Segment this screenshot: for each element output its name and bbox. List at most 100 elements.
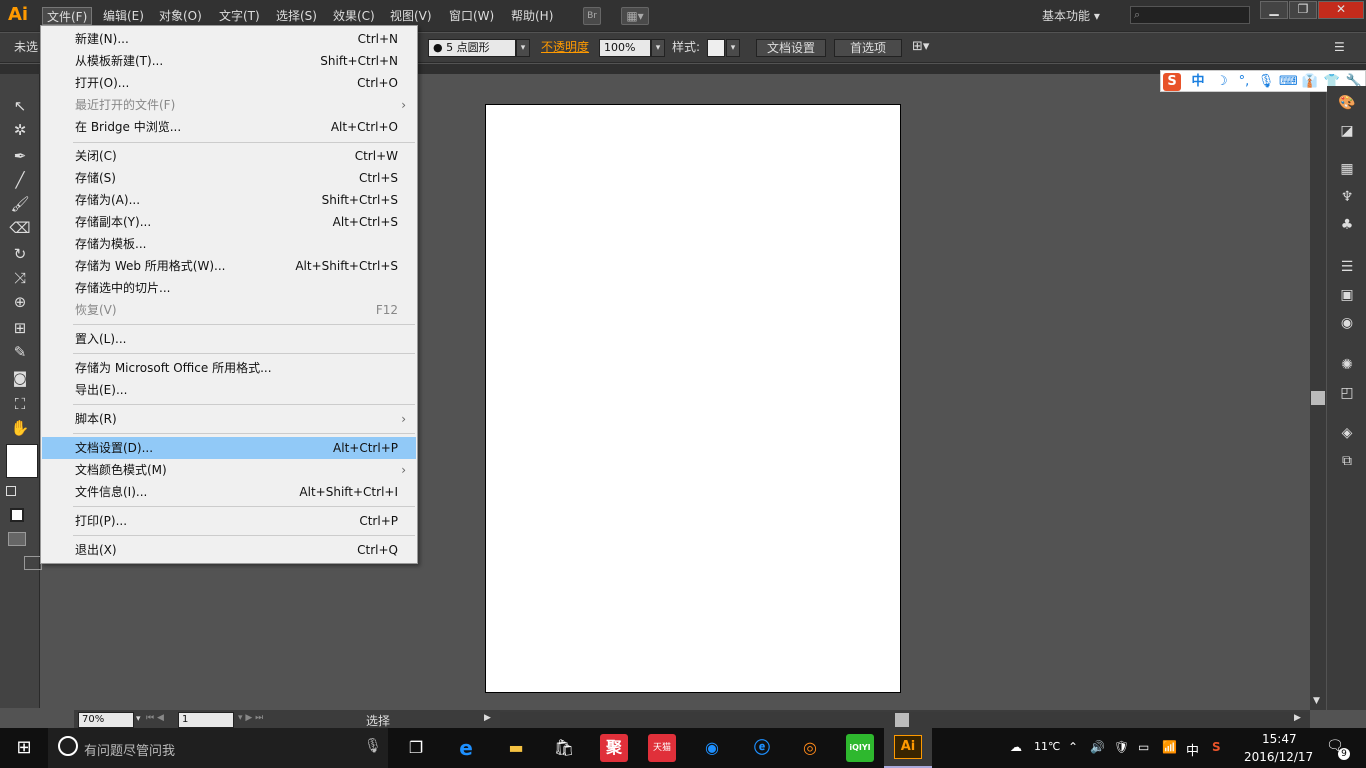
menu-window[interactable]: 窗口(W): [445, 7, 498, 25]
artboard-number-input[interactable]: 1: [178, 712, 234, 728]
status-menu-arrow[interactable]: ▶: [484, 713, 491, 723]
magic-wand-icon[interactable]: ✲: [8, 120, 32, 140]
keyboard-icon[interactable]: ⌨: [1279, 73, 1298, 91]
color-mode-icon[interactable]: [10, 508, 24, 522]
style-swatch[interactable]: [707, 39, 725, 57]
illustrator-taskbar-button[interactable]: Ai: [884, 728, 932, 768]
firefox-icon[interactable]: ◎: [796, 734, 824, 762]
rotate-tool-icon[interactable]: ↻: [8, 244, 32, 264]
skin-icon[interactable]: 👔: [1301, 73, 1319, 91]
file-explorer-icon[interactable]: ▬: [502, 734, 530, 762]
menu-item-document-setup[interactable]: 文档设置(D)... Alt+Ctrl+P: [42, 437, 416, 459]
microphone-icon[interactable]: 🎙: [364, 738, 382, 754]
menu-item-document-color-mode[interactable]: 文档颜色模式(M) ›: [42, 459, 416, 481]
edge-browser-icon[interactable]: e: [452, 734, 480, 762]
menu-item-scripts[interactable]: 脚本(R) ›: [42, 408, 416, 430]
scroll-right-icon[interactable]: ▶: [1294, 713, 1301, 723]
horizontal-scrollbar[interactable]: ▶: [500, 712, 1310, 728]
fill-swatch[interactable]: [6, 444, 38, 478]
tmall-icon[interactable]: 天猫: [648, 734, 676, 762]
arrange-documents-button[interactable]: ▦▾: [621, 7, 649, 25]
menu-item-file-info[interactable]: 文件信息(I)... Alt+Shift+Ctrl+I: [42, 481, 416, 503]
brush-dropdown-arrow[interactable]: ▾: [516, 39, 530, 57]
panel-menu-icon[interactable]: ☰: [1334, 39, 1345, 57]
swatches-icon[interactable]: ▦: [1337, 160, 1357, 178]
ime-mode-label[interactable]: 中: [1189, 73, 1207, 91]
preferences-button[interactable]: 首选项: [834, 39, 902, 57]
menu-help[interactable]: 帮助(H): [507, 7, 557, 25]
security-icon[interactable]: 🛡: [1114, 740, 1129, 754]
stroke-icon[interactable]: ☰: [1337, 258, 1357, 276]
menu-item-save-for-office[interactable]: 存储为 Microsoft Office 所用格式...: [42, 357, 416, 379]
menu-item-save-as-template[interactable]: 存储为模板...: [42, 233, 416, 255]
menu-type[interactable]: 文字(T): [215, 7, 264, 25]
symbol-sprayer-icon[interactable]: ◙: [8, 368, 32, 388]
shape-builder-icon[interactable]: ⊕: [8, 292, 32, 312]
eyedropper-tool-icon[interactable]: ✎: [8, 342, 32, 362]
menu-item-export[interactable]: 导出(E)...: [42, 379, 416, 401]
wifi-icon[interactable]: 📶: [1162, 740, 1177, 754]
microphone-icon[interactable]: 🎙: [1257, 73, 1275, 91]
help-search-input[interactable]: ⌕: [1130, 6, 1250, 24]
bridge-button[interactable]: Br: [583, 7, 601, 25]
selection-tool-icon[interactable]: ↖: [8, 96, 32, 116]
menu-item-save-copy[interactable]: 存储副本(Y)... Alt+Ctrl+S: [42, 211, 416, 233]
menu-item-new-from-template[interactable]: 从模板新建(T)... Shift+Ctrl+N: [42, 50, 416, 72]
brushes-icon[interactable]: ♆: [1337, 188, 1357, 206]
menu-select[interactable]: 选择(S): [272, 7, 321, 25]
menu-object[interactable]: 对象(O): [155, 7, 206, 25]
color-guide-icon[interactable]: ◪: [1337, 122, 1357, 140]
cortana-search-box[interactable]: 有问题尽管问我 🎙: [48, 728, 388, 768]
sogou-tray-icon[interactable]: S: [1212, 740, 1221, 754]
mesh-tool-icon[interactable]: ⊞: [8, 318, 32, 338]
menu-item-revert[interactable]: 恢复(V) F12: [42, 299, 416, 321]
draw-mode-icon[interactable]: [8, 532, 26, 546]
paintbrush-tool-icon[interactable]: 🖌: [8, 194, 32, 214]
zoom-dropdown-icon[interactable]: ▾: [136, 714, 141, 724]
artboards-icon[interactable]: ⧉: [1337, 452, 1357, 470]
punctuation-icon[interactable]: °,: [1235, 73, 1253, 91]
graphic-styles-icon[interactable]: ◰: [1337, 384, 1357, 402]
menu-item-browse-in-bridge[interactable]: 在 Bridge 中浏览... Alt+Ctrl+O: [42, 116, 416, 138]
workspace-switcher[interactable]: 基本功能 ▾: [1042, 7, 1100, 24]
horizontal-scroll-thumb[interactable]: [895, 713, 909, 727]
gradient-icon[interactable]: ▣: [1337, 286, 1357, 304]
weather-icon[interactable]: ☁: [1010, 740, 1022, 754]
clock-time[interactable]: 15:47: [1262, 732, 1297, 746]
layers-icon[interactable]: ◈: [1337, 424, 1357, 442]
zoom-level-input[interactable]: 70%: [78, 712, 134, 728]
appearance-icon[interactable]: ✺: [1337, 356, 1357, 374]
next-artboard-icon[interactable]: ▾ ▶ ⏭: [238, 713, 263, 723]
menu-file[interactable]: 文件(F): [42, 7, 93, 25]
menu-item-save-selected-slices[interactable]: 存储选中的切片...: [42, 277, 416, 299]
menu-item-recent-files[interactable]: 最近打开的文件(F) ›: [42, 94, 416, 116]
menu-view[interactable]: 视图(V): [386, 7, 436, 25]
menu-item-save[interactable]: 存储(S) Ctrl+S: [42, 167, 416, 189]
battery-icon[interactable]: ▭: [1138, 740, 1149, 754]
scroll-down-icon[interactable]: ▼: [1313, 696, 1320, 706]
artboard[interactable]: [485, 104, 901, 693]
browser-q-icon[interactable]: ◉: [698, 734, 726, 762]
opacity-label[interactable]: 不透明度: [541, 39, 589, 57]
menu-item-open[interactable]: 打开(O)... Ctrl+O: [42, 72, 416, 94]
symbols-icon[interactable]: ♣: [1337, 216, 1357, 234]
menu-item-new[interactable]: 新建(N)... Ctrl+N: [42, 28, 416, 50]
brush-definition-select[interactable]: ● 5 点圆形: [428, 39, 516, 57]
restore-button[interactable]: ❐: [1289, 1, 1317, 19]
sogou-logo-icon[interactable]: S: [1163, 73, 1181, 91]
line-tool-icon[interactable]: ╱: [8, 170, 32, 190]
artboard-tool-icon[interactable]: ⛶: [8, 394, 32, 414]
menu-item-save-as[interactable]: 存储为(A)... Shift+Ctrl+S: [42, 189, 416, 211]
task-view-icon[interactable]: ❐: [402, 734, 430, 762]
menu-item-close[interactable]: 关闭(C) Ctrl+W: [42, 145, 416, 167]
vertical-scroll-thumb[interactable]: [1311, 391, 1325, 405]
menu-item-print[interactable]: 打印(P)... Ctrl+P: [42, 510, 416, 532]
close-button[interactable]: ✕: [1318, 1, 1364, 19]
ju-app-icon[interactable]: 聚: [600, 734, 628, 762]
transparency-icon[interactable]: ◉: [1337, 314, 1357, 332]
default-colors-icon[interactable]: [6, 486, 16, 496]
ie-browser-icon[interactable]: ⓔ: [748, 734, 776, 762]
menu-item-exit[interactable]: 退出(X) Ctrl+Q: [42, 539, 416, 561]
warp-tool-icon[interactable]: ⤨: [8, 268, 32, 288]
vertical-scrollbar[interactable]: ▼: [1310, 86, 1326, 710]
